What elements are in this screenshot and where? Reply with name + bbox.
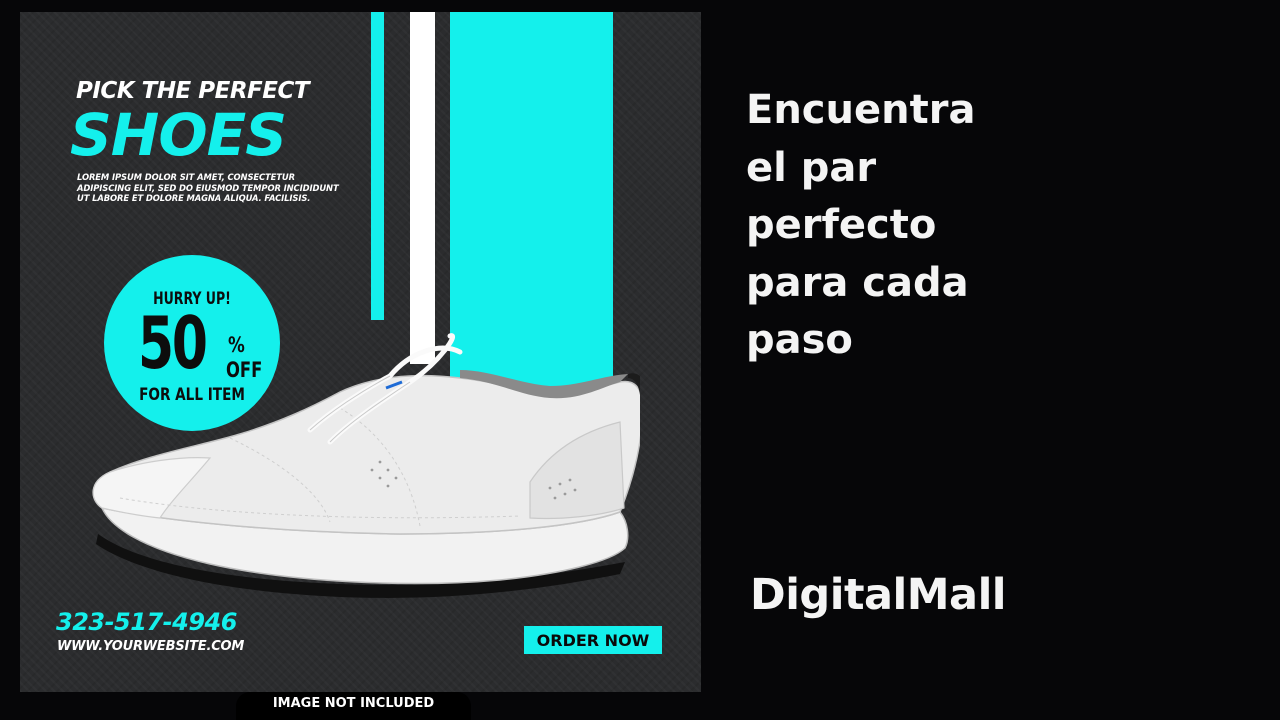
tagline-line: perfecto: [746, 202, 937, 248]
white-sneaker-image: [92, 333, 640, 598]
phone-number: 323-517-4946: [56, 608, 237, 636]
poster-body-text: LOREM IPSUM DOLOR SIT AMET, CONSECTETUR …: [77, 172, 339, 203]
website-url[interactable]: WWW.YOURWEBSITE.COM: [57, 639, 244, 654]
tagline-line: Encuentra: [746, 87, 976, 133]
spanish-tagline: Encuentra el par perfecto para cada paso: [746, 82, 1206, 370]
tagline-line: el par: [746, 144, 877, 191]
image-not-included-note: IMAGE NOT INCLUDED: [272, 696, 435, 711]
order-now-button[interactable]: ORDER NOW: [524, 626, 662, 654]
tagline-line: para cada: [746, 259, 969, 306]
poster-headline-main: SHOES: [70, 101, 287, 169]
accent-stripe-thin: [371, 12, 384, 320]
tagline-line: paso: [746, 317, 853, 363]
brand-name: DigitalMall: [750, 570, 1007, 620]
shoe-promo-poster: PICK THE PERFECT SHOES LOREM IPSUM DOLOR…: [20, 12, 701, 692]
